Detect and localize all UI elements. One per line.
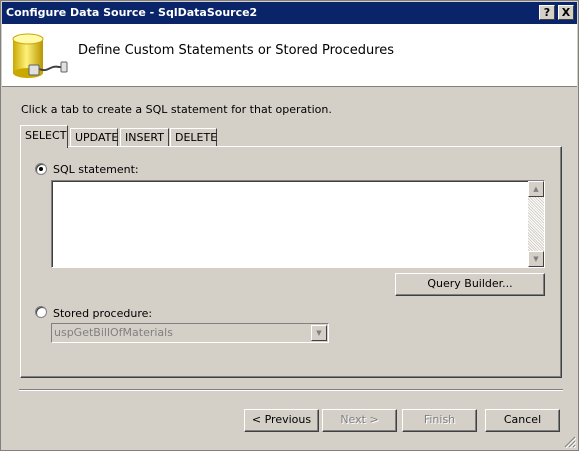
stored-procedure-value: uspGetBillOfMaterials (54, 326, 173, 339)
sql-statement-textarea[interactable]: ▲ ▼ (51, 180, 545, 268)
stored-procedure-select[interactable]: uspGetBillOfMaterials ▼ (51, 323, 329, 343)
radio-selected-dot (39, 167, 43, 171)
sql-statement-label: SQL statement: (53, 163, 139, 176)
tab-insert[interactable]: INSERT (120, 128, 169, 147)
dialog-window: Configure Data Source - SqlDataSource2 ?… (0, 0, 579, 451)
window-title: Configure Data Source - SqlDataSource2 (6, 6, 258, 19)
vertical-scrollbar[interactable]: ▲ ▼ (528, 181, 544, 267)
instruction-text: Click a tab to create a SQL statement fo… (21, 103, 332, 116)
finish-button[interactable]: Finish (402, 409, 477, 432)
next-button[interactable]: Next > (322, 409, 397, 432)
tab-select[interactable]: SELECT (20, 125, 68, 148)
help-button[interactable]: ? (539, 5, 555, 20)
scroll-down-icon[interactable]: ▼ (528, 251, 544, 267)
page-heading: Define Custom Statements or Stored Proce… (78, 43, 395, 58)
wizard-header: Define Custom Statements or Stored Proce… (2, 24, 577, 87)
resize-grip-icon[interactable] (564, 436, 576, 448)
stored-procedure-radio[interactable] (35, 306, 47, 318)
chevron-down-icon[interactable]: ▼ (311, 325, 327, 341)
stored-procedure-label: Stored procedure: (53, 307, 153, 320)
cancel-button[interactable]: Cancel (485, 409, 560, 432)
database-connection-icon (12, 33, 68, 78)
query-builder-button[interactable]: Query Builder... (395, 273, 545, 296)
tab-delete[interactable]: DELETE (170, 128, 217, 147)
sql-statement-radio[interactable] (35, 163, 47, 175)
scroll-up-icon[interactable]: ▲ (528, 181, 544, 197)
title-bar[interactable]: Configure Data Source - SqlDataSource2 ?… (2, 2, 577, 24)
close-button[interactable]: X (558, 5, 574, 20)
tab-update[interactable]: UPDATE (70, 128, 118, 147)
previous-button[interactable]: < Previous (244, 409, 319, 432)
